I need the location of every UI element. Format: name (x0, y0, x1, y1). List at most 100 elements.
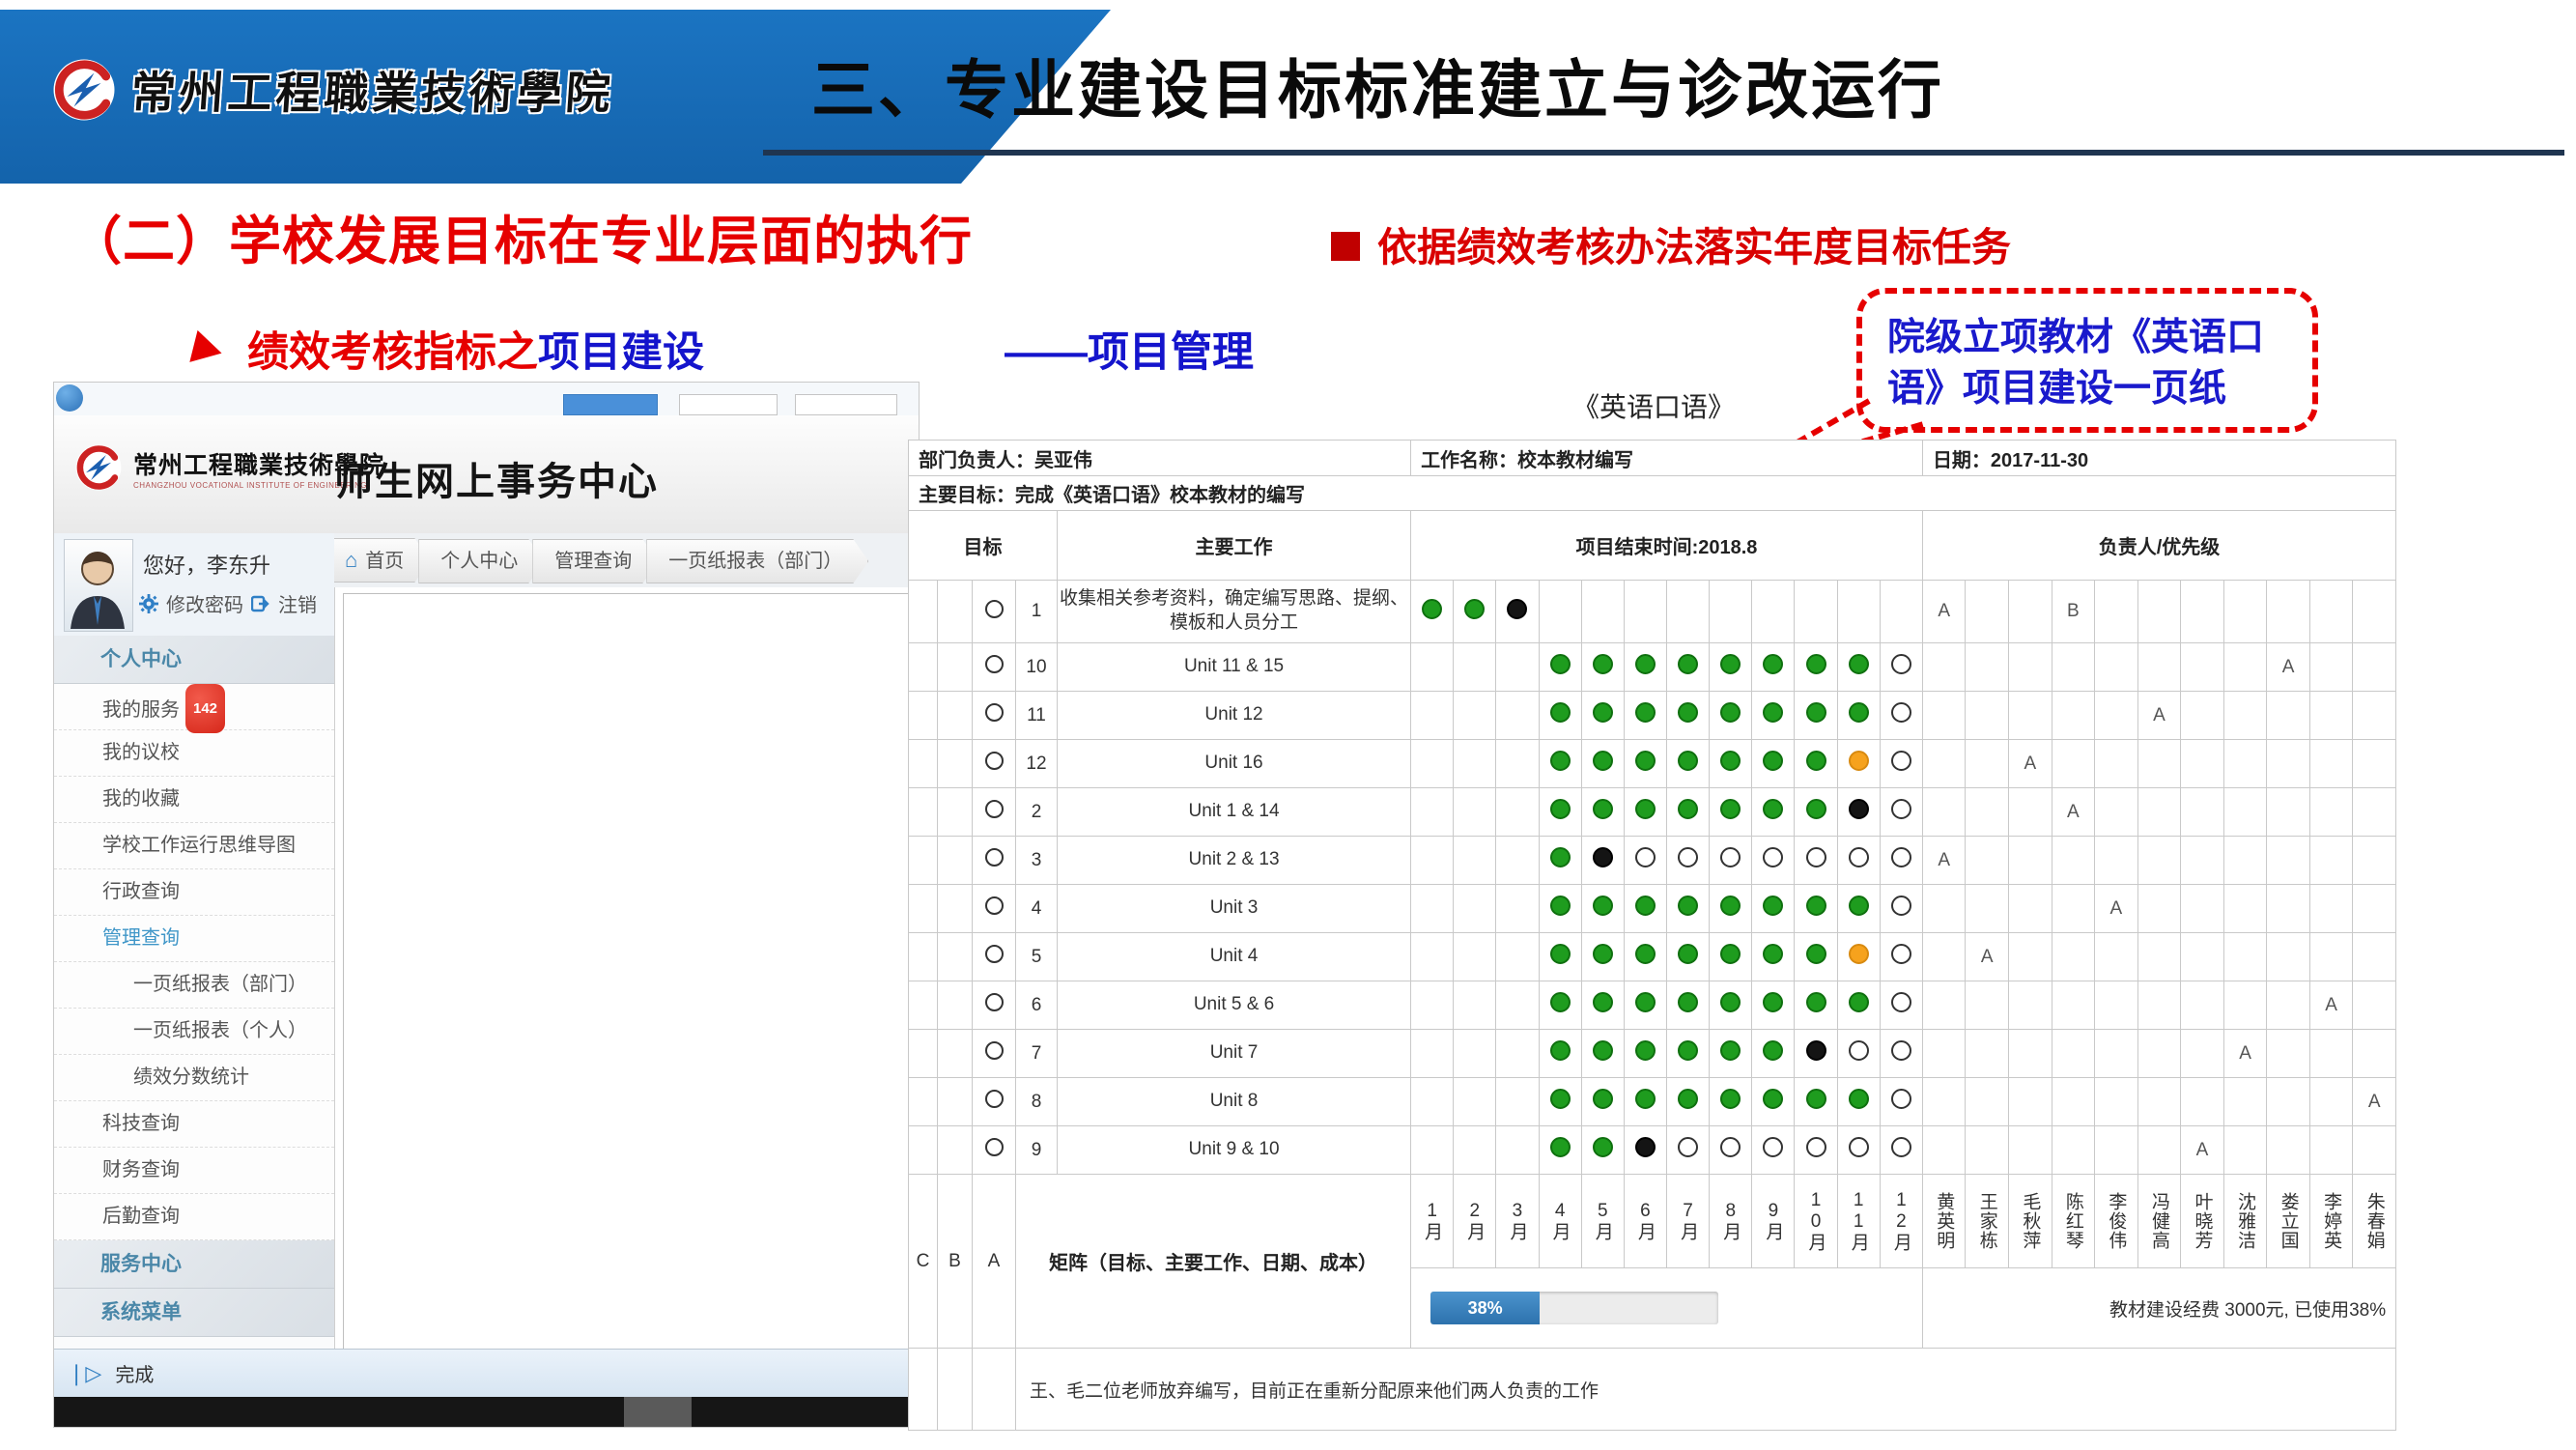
owner-priority-letter: A (2110, 898, 2123, 919)
goal-level-a: A (973, 1175, 1016, 1349)
status-dot-green (1720, 944, 1741, 964)
priority-circle[interactable] (985, 1138, 1004, 1156)
sidebar-item[interactable]: 我的服务142 (54, 684, 334, 730)
status-dot-green (1635, 1089, 1656, 1109)
sidebar-section[interactable]: 服务中心 (54, 1240, 334, 1289)
priority-circle[interactable] (985, 993, 1004, 1011)
sidebar-item[interactable]: 一页纸报表（部门） (54, 962, 334, 1009)
status-done-label: 完成 (115, 1359, 154, 1387)
progress-cell: 38% (1411, 1268, 1923, 1349)
pager-button[interactable] (679, 394, 778, 415)
task-number: 1 (1016, 581, 1058, 643)
main-goal-cell: 主要目标：完成《英语口语》校本教材的编写 (909, 476, 2396, 511)
breadcrumb-item[interactable]: 个人中心 (418, 539, 544, 583)
task-description: 收集相关参考资料，确定编写思路、提纲、模板和人员分工 (1058, 581, 1411, 643)
status-dot-green (1763, 1040, 1783, 1061)
owner-priority-letter: A (1938, 850, 1950, 870)
sidebar-section[interactable]: 系统菜单 (54, 1289, 334, 1337)
footer-note: 王、毛二位老师放弃编写，目前正在重新分配原来他们两人负责的工作 (1016, 1349, 2396, 1431)
avatar (64, 539, 133, 632)
owner-name-header: 叶晓芳 (2181, 1175, 2224, 1268)
status-play-icon: ❘▷ (68, 1361, 101, 1386)
priority-circle[interactable] (985, 1090, 1004, 1108)
status-dot-green (1550, 992, 1571, 1012)
table-row: 10Unit 11 & 15A (909, 643, 2396, 692)
browser-status-bar: ❘▷ 完成 (54, 1349, 919, 1397)
table-row-goal: 主要目标：完成《英语口语》校本教材的编写 (909, 476, 2396, 511)
change-password-link[interactable]: 修改密码 (166, 589, 243, 617)
breadcrumb-item[interactable]: 管理查询 (532, 539, 658, 583)
status-dot-green (1806, 751, 1826, 771)
sidebar-item[interactable]: 后勤查询 (54, 1194, 334, 1240)
owner-name-header: 李婷英 (2309, 1175, 2353, 1268)
owner-name-header: 娄立国 (2267, 1175, 2310, 1268)
status-dot-open (1849, 847, 1869, 867)
table-row: 11Unit 12A (909, 692, 2396, 740)
status-dot-open (1720, 1137, 1741, 1157)
task-number: 11 (1016, 692, 1058, 740)
one-page-report-table: 部门负责人：吴亚伟 工作名称：校本教材编写 日期：2017-11-30 主要目标… (908, 440, 2395, 1431)
status-dot-open (1849, 1137, 1869, 1157)
logout-link[interactable]: 注销 (278, 589, 317, 617)
task-number: 10 (1016, 643, 1058, 692)
status-dot-green (1763, 944, 1783, 964)
owner-priority-letter: A (1981, 947, 1994, 967)
goal-level-c: C (909, 1175, 938, 1349)
status-dot-green (1720, 1089, 1741, 1109)
status-dot-green (1550, 896, 1571, 916)
sidebar-item[interactable]: 管理查询 (54, 916, 334, 962)
sub-bullet: 绩效考核指标之项目建设 (193, 319, 704, 379)
priority-circle[interactable] (985, 945, 1004, 963)
breadcrumb-item[interactable]: ⌂首页 (334, 538, 430, 583)
priority-circle[interactable] (985, 703, 1004, 722)
scroll-top-button[interactable] (56, 384, 83, 412)
priority-circle[interactable] (985, 896, 1004, 915)
status-dot-green (1550, 847, 1571, 867)
status-dot-green (1635, 799, 1656, 819)
sidebar-item[interactable]: 财务查询 (54, 1148, 334, 1194)
task-description: Unit 11 & 15 (1058, 643, 1411, 692)
sidebar-item[interactable]: 绩效分数统计 (54, 1055, 334, 1101)
status-dot-black (1849, 799, 1869, 819)
sidebar-item[interactable]: 一页纸报表（个人） (54, 1009, 334, 1055)
portal-top-strip (54, 383, 919, 416)
priority-circle[interactable] (985, 655, 1004, 673)
status-dot-black (1593, 847, 1613, 867)
priority-circle[interactable] (985, 800, 1004, 818)
sidebar-item[interactable]: 我的收藏 (54, 777, 334, 823)
status-dot-green (1550, 1040, 1571, 1061)
sidebar-item[interactable]: 我的议校 (54, 730, 334, 777)
priority-circle[interactable] (985, 752, 1004, 770)
priority-circle[interactable] (985, 1041, 1004, 1060)
pager-button-active[interactable] (563, 394, 658, 415)
table-row-columns: 目标 主要工作 项目结束时间:2018.8 负责人/优先级 (909, 511, 2396, 581)
owner-name-header: 沈雅洁 (2223, 1175, 2267, 1268)
breadcrumb-item[interactable]: 一页纸报表（部门） (646, 539, 868, 583)
task-description: Unit 2 & 13 (1058, 837, 1411, 885)
table-row-header: 部门负责人：吴亚伟 工作名称：校本教材编写 日期：2017-11-30 (909, 441, 2396, 476)
status-dot-green (1635, 992, 1656, 1012)
sidebar-item[interactable]: 学校工作运行思维导图 (54, 823, 334, 869)
sidebar-item[interactable]: 科技查询 (54, 1101, 334, 1148)
status-dot-open (1849, 1040, 1869, 1061)
task-number: 6 (1016, 981, 1058, 1030)
status-dot-black (1507, 599, 1527, 619)
status-dot-green (1720, 799, 1741, 819)
col-owner: 负责人/优先级 (1922, 511, 2395, 581)
month-header: 5月 (1581, 1175, 1624, 1268)
status-dot-green (1464, 599, 1485, 619)
status-dot-green (1806, 799, 1826, 819)
school-emblem-icon (50, 56, 118, 124)
pager-button[interactable] (795, 394, 897, 415)
month-header: 7月 (1667, 1175, 1710, 1268)
status-dot-green (1593, 992, 1613, 1012)
owner-name-header: 王家栋 (1966, 1175, 2009, 1268)
title-underline (763, 150, 2564, 156)
date-cell: 日期：2017-11-30 (1922, 441, 2395, 476)
month-header: 1月 (1411, 1175, 1454, 1268)
sidebar-section[interactable]: 个人中心 (54, 636, 334, 684)
priority-circle[interactable] (985, 600, 1004, 618)
status-dot-green (1550, 751, 1571, 771)
sidebar-item[interactable]: 行政查询 (54, 869, 334, 916)
priority-circle[interactable] (985, 848, 1004, 867)
